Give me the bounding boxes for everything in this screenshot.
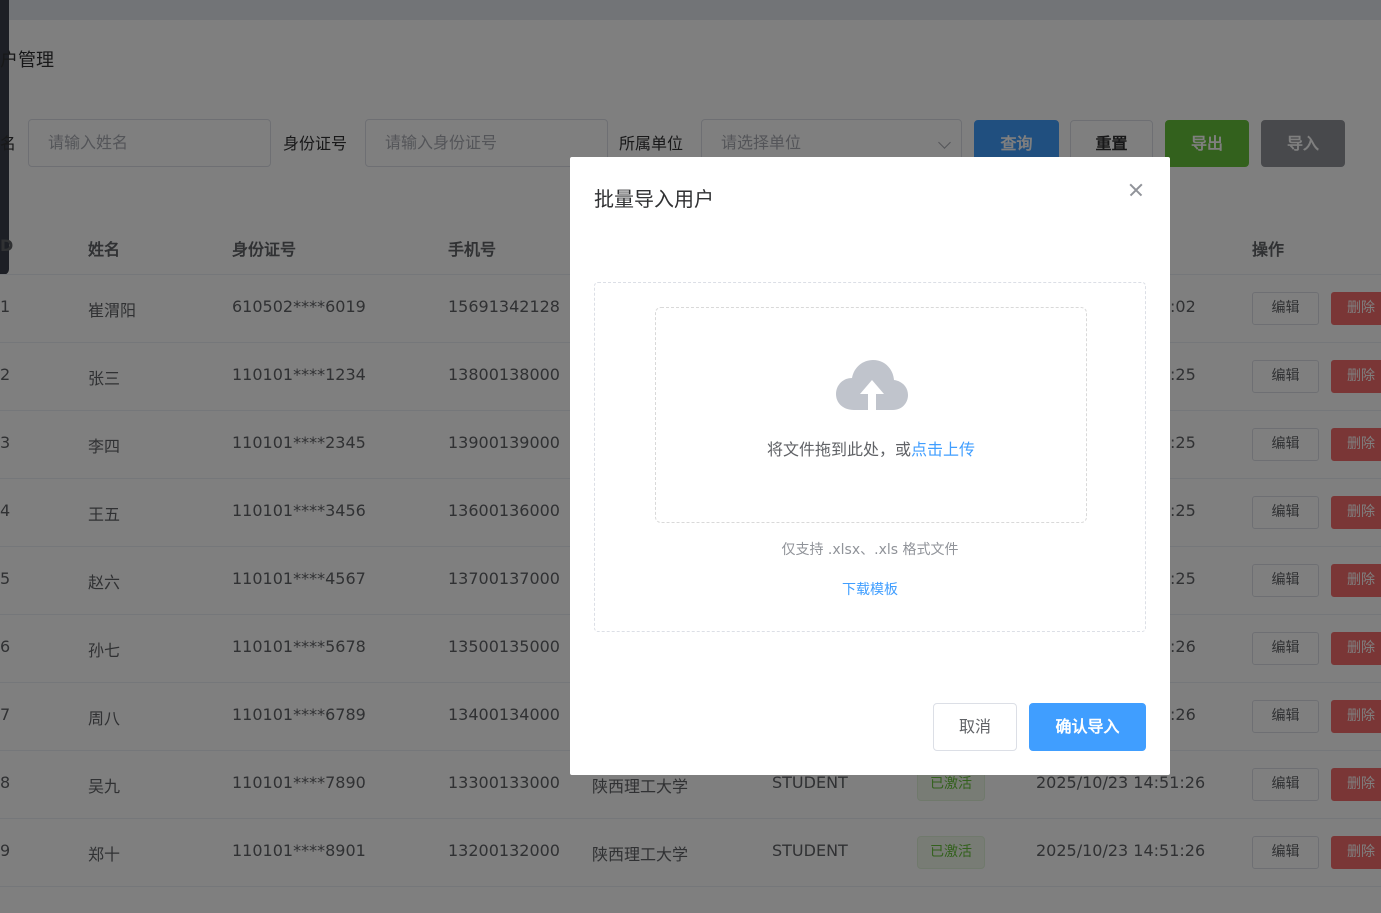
import-dialog: 批量导入用户 将文件拖到此处，或点击上传 仅支持 .xlsx、.xls 格式文件… <box>570 157 1170 775</box>
upload-dragger[interactable]: 将文件拖到此处，或点击上传 <box>655 307 1087 523</box>
download-template-link[interactable]: 下载模板 <box>595 579 1145 599</box>
cloud-upload-icon <box>836 360 908 410</box>
drag-hint-text: 将文件拖到此处，或 <box>766 440 911 459</box>
cancel-button[interactable]: 取消 <box>933 703 1017 751</box>
close-icon[interactable] <box>1126 180 1146 200</box>
dialog-title: 批量导入用户 <box>594 187 714 211</box>
confirm-import-button[interactable]: 确认导入 <box>1029 703 1146 751</box>
upload-area: 将文件拖到此处，或点击上传 仅支持 .xlsx、.xls 格式文件 下载模板 <box>594 282 1146 632</box>
click-upload-link[interactable]: 点击上传 <box>911 440 975 459</box>
drag-hint: 将文件拖到此处，或点击上传 <box>656 436 1086 460</box>
format-tip: 仅支持 .xlsx、.xls 格式文件 <box>781 542 959 558</box>
